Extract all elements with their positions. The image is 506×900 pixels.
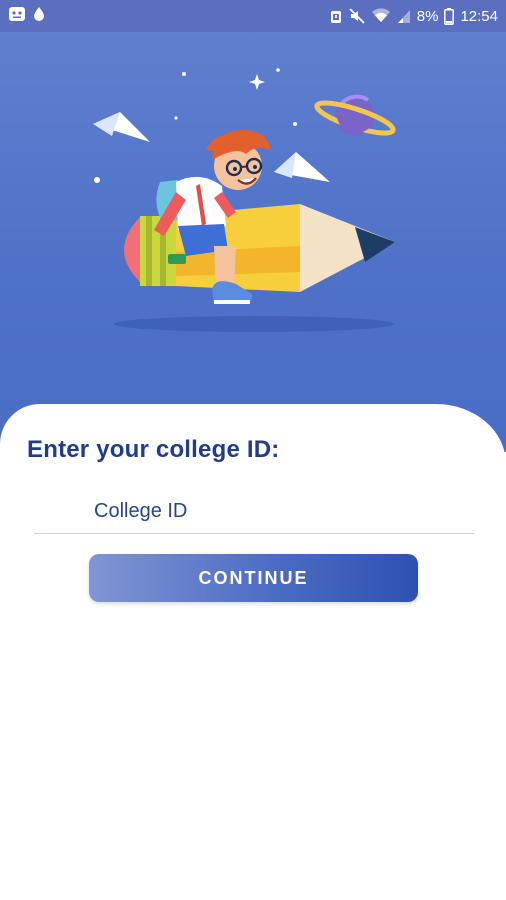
- water-drop-icon: [32, 6, 46, 26]
- app-notification-icon: [8, 6, 26, 26]
- mute-icon: [349, 8, 365, 24]
- status-bar: 8% 12:54: [0, 0, 506, 32]
- hero-illustration: [0, 32, 506, 452]
- wifi-icon: [371, 8, 391, 24]
- college-id-input[interactable]: [34, 490, 474, 534]
- status-right: 8% 12:54: [329, 7, 498, 25]
- alarm-icon: [329, 8, 343, 24]
- ground-shadow: [114, 316, 394, 332]
- clock-time: 12:54: [460, 7, 498, 25]
- planet-icon: [314, 94, 396, 136]
- status-left: [8, 6, 46, 26]
- continue-button[interactable]: CONTINUE: [89, 554, 418, 602]
- page-title: Enter your college ID:: [27, 436, 280, 463]
- battery-percent: 8%: [416, 7, 439, 25]
- signal-icon: [397, 8, 411, 24]
- boy-riding-pencil-illustration: [93, 68, 396, 332]
- login-card: Enter your college ID: CONTINUE: [0, 404, 506, 900]
- battery-icon: [444, 7, 455, 25]
